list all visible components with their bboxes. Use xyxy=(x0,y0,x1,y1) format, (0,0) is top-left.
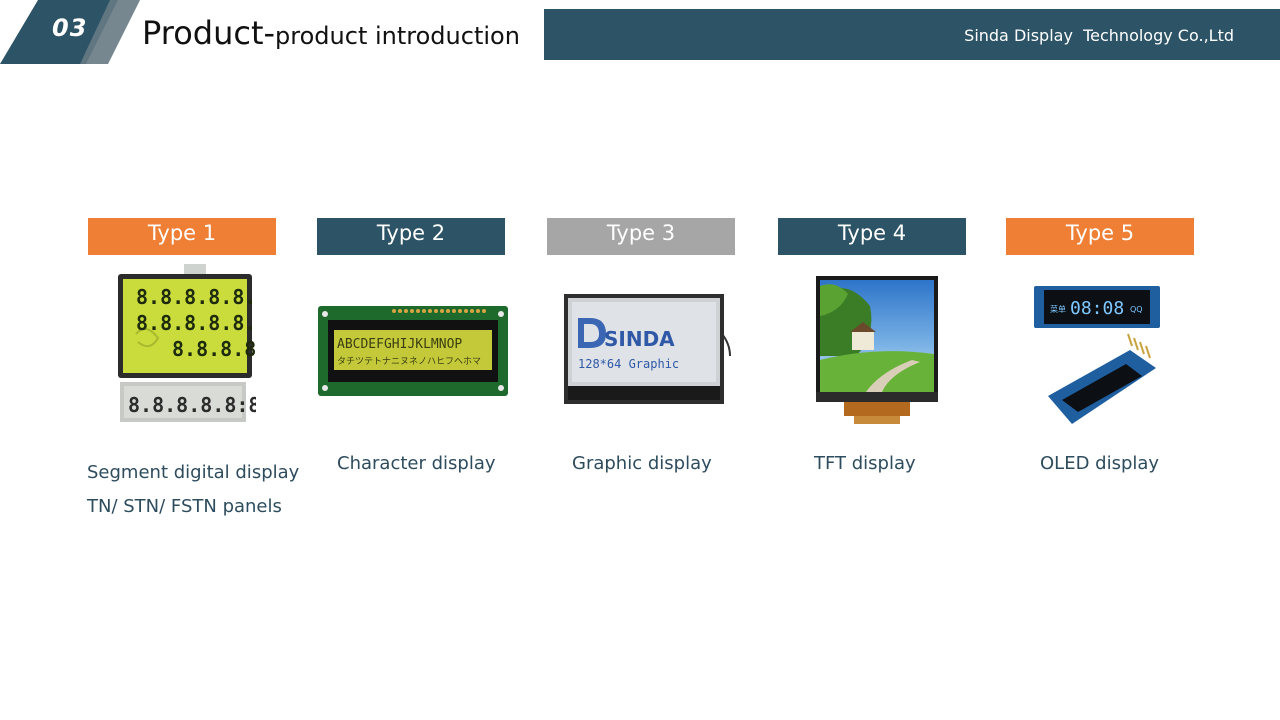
section-badge: 03 xyxy=(0,0,150,64)
type-tab-1: Type 1 xyxy=(88,218,276,255)
segment-row-3: 8.8.8.8 xyxy=(172,337,256,361)
caption-type-5: OLED display xyxy=(1040,453,1160,474)
segment-row-1: 8.8.8.8.8.8 xyxy=(136,285,256,309)
segment-lcd-icon: 8.8.8.8.8.8 8.8.8.8.8.8 8.8.8.8 8.8.8.8.… xyxy=(116,264,285,428)
caption-type-4: TFT display xyxy=(814,453,916,474)
type-tab-2: Type 2 xyxy=(317,218,505,255)
header-bar: Sinda Display Technology Co.,Ltd xyxy=(544,9,1280,60)
company-name: Sinda Display Technology Co.,Ltd xyxy=(964,26,1234,45)
caption-type-1-line-1: Segment digital display xyxy=(87,462,300,483)
caption-type-2: Character display xyxy=(337,453,496,474)
type-tab-3: Type 3 xyxy=(547,218,735,255)
graphic-logo: SINDA xyxy=(604,327,675,351)
caption-type-3: Graphic display xyxy=(572,453,712,474)
graphic-lcd-icon: SINDA 128*64 Graphic xyxy=(564,294,734,406)
oled-time: 08:08 xyxy=(1070,298,1124,319)
caption-type-1-line-2: TN/ STN/ FSTN panels xyxy=(87,496,282,517)
section-number: 03 xyxy=(52,14,88,42)
oled-display-icon: 菜单 08:08 QQ xyxy=(1032,284,1162,432)
type-tab-4: Type 4 xyxy=(778,218,966,255)
page-title: Product-product introduction xyxy=(142,14,520,52)
oled-right-glyph: QQ xyxy=(1130,305,1143,314)
title-main: Product- xyxy=(142,14,276,52)
character-line-1: ABCDEFGHIJKLMNOP xyxy=(337,337,462,352)
tft-display-icon xyxy=(816,276,940,424)
title-sub: product introduction xyxy=(275,22,520,50)
graphic-screen-text: 128*64 Graphic xyxy=(578,357,679,371)
oled-left-glyph: 菜单 xyxy=(1050,304,1066,314)
character-line-2: タチツテトナニヌネノハヒフヘホマ xyxy=(337,356,481,367)
caption-type-1: Segment digital display TN/ STN/ FSTN pa… xyxy=(87,456,299,524)
segment-lower: 8.8.8.8.8:8.8 xyxy=(128,393,256,417)
segment-row-2: 8.8.8.8.8.8 xyxy=(136,311,256,335)
character-lcd-icon: ABCDEFGHIJKLMNOP タチツテトナニヌネノハヒフヘホマ xyxy=(318,306,508,398)
type-tab-5: Type 5 xyxy=(1006,218,1194,255)
